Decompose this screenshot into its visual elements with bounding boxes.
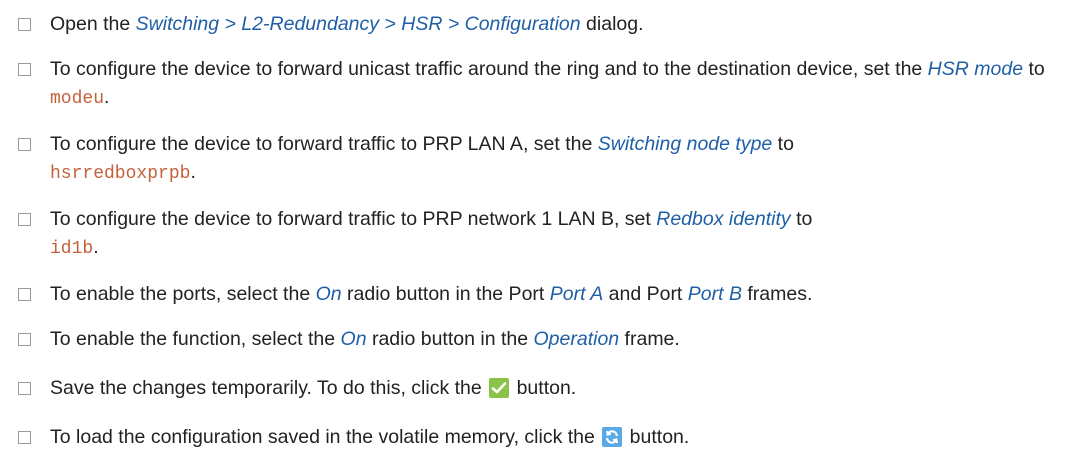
refresh-icon[interactable] (602, 427, 623, 447)
radio-option-name: On (315, 283, 342, 305)
checkbox-icon[interactable] (18, 18, 31, 31)
field-name: Redbox identity (656, 208, 791, 230)
step-text: Open the (50, 13, 136, 35)
step-text: To configure the device to forward traff… (50, 133, 598, 155)
checkbox-icon[interactable] (18, 213, 31, 226)
checkbox-icon[interactable] (18, 138, 31, 151)
step-text: To enable the function, select the (50, 328, 341, 350)
frame-name: Operation (533, 328, 620, 350)
step-text: To configure the device to forward unica… (50, 58, 928, 80)
step-text: . (93, 236, 99, 258)
step-text: button. (624, 426, 690, 448)
field-name: Switching node type (597, 133, 773, 155)
menu-path: Switching > L2-Redundancy > HSR > Config… (135, 13, 581, 35)
step-redbox-identity: To configure the device to forward traff… (18, 205, 1068, 263)
step-text: . (190, 161, 196, 183)
step-text: radio button in the Port (341, 283, 550, 305)
step-enable-ports: To enable the ports, select the On radio… (18, 280, 1068, 308)
checkbox-icon[interactable] (18, 431, 31, 444)
checkbox-icon[interactable] (18, 288, 31, 301)
field-name: HSR mode (927, 58, 1024, 80)
step-text: to (1023, 58, 1045, 80)
step-text: To enable the ports, select the (50, 283, 316, 305)
instruction-steps: Open the Switching > L2-Redundancy > HSR… (18, 4, 1068, 451)
step-text: To configure the device to forward traff… (50, 208, 657, 230)
field-value: hsrredboxprpb (50, 164, 191, 184)
step-text: and Port (603, 283, 688, 305)
step-load-config: To load the configuration saved in the v… (18, 423, 1068, 451)
checkbox-icon[interactable] (18, 63, 31, 76)
step-text: to (772, 133, 794, 155)
step-text: . (104, 86, 110, 108)
step-switching-node-type: To configure the device to forward traff… (18, 130, 1068, 188)
step-text: to (790, 208, 813, 230)
field-value: id1b (50, 239, 94, 259)
radio-option-name: On (340, 328, 367, 350)
port-a-name: Port A (549, 283, 604, 305)
step-text: To load the configuration saved in the v… (50, 426, 601, 448)
step-text: frames. (741, 283, 813, 305)
step-text: Save the changes temporarily. To do this… (50, 377, 488, 399)
step-text: radio button in the (366, 328, 534, 350)
step-save-changes: Save the changes temporarily. To do this… (18, 374, 1068, 402)
step-open-dialog: Open the Switching > L2-Redundancy > HSR… (18, 10, 1068, 38)
field-value: modeu (50, 89, 105, 109)
port-b-name: Port B (687, 283, 742, 305)
step-text: dialog. (580, 13, 644, 35)
checkmark-icon[interactable] (489, 378, 510, 398)
checkbox-icon[interactable] (18, 382, 31, 395)
step-text: frame. (619, 328, 680, 350)
checkbox-icon[interactable] (18, 333, 31, 346)
step-hsr-mode: To configure the device to forward unica… (18, 55, 1068, 113)
step-text: button. (511, 377, 577, 399)
step-enable-function: To enable the function, select the On ra… (18, 325, 1068, 353)
